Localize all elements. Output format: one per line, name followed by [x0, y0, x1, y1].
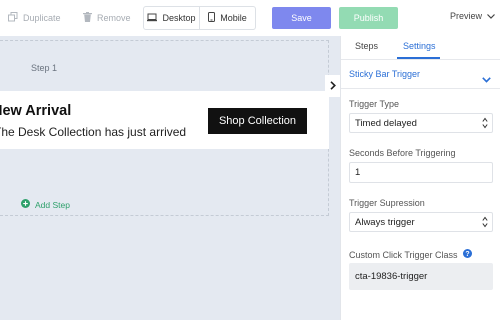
mobile-icon: [208, 12, 220, 24]
suppression-value: Always trigger: [355, 216, 415, 228]
click-class-input[interactable]: cta-19836-trigger: [349, 263, 493, 290]
step-label: Step 1: [31, 63, 58, 73]
preview-button[interactable]: Preview: [450, 11, 495, 21]
duplicate-icon: [8, 12, 23, 24]
save-button[interactable]: Save: [272, 7, 331, 29]
suppression-select[interactable]: Always trigger: [349, 212, 493, 232]
desktop-label: Desktop: [162, 13, 196, 23]
help-icon[interactable]: ?: [458, 249, 472, 260]
trigger-type-select[interactable]: Timed delayed: [349, 113, 493, 133]
desktop-icon: [147, 13, 162, 24]
add-step-button[interactable]: Add Step: [21, 199, 70, 210]
top-toolbar: Duplicate Remove Desktop Mobile Save Pub…: [0, 0, 500, 36]
mobile-label: Mobile: [220, 13, 247, 23]
section-title: Sticky Bar Trigger: [349, 69, 421, 79]
remove-button[interactable]: Remove: [83, 9, 131, 27]
chevron-down-icon: [482, 70, 491, 88]
collapse-panel-button[interactable]: [325, 75, 340, 97]
click-class-label: Custom Click Trigger Class ?: [349, 249, 472, 260]
duplicate-label: Duplicate: [23, 13, 61, 23]
tab-settings[interactable]: Settings: [403, 41, 436, 51]
step-container[interactable]: Step 1 New Arrival The Desk Collection h…: [0, 40, 329, 216]
desktop-button[interactable]: Desktop: [144, 7, 199, 29]
remove-label: Remove: [97, 13, 131, 23]
trash-icon: [83, 12, 97, 24]
preview-label: Preview: [450, 11, 483, 21]
plus-circle-icon: [21, 199, 35, 210]
editor-canvas: Step 1 New Arrival The Desk Collection h…: [0, 36, 340, 320]
panel-tabs: Steps Settings: [341, 36, 500, 60]
seconds-value: 1: [355, 167, 361, 178]
seconds-input[interactable]: 1: [349, 162, 493, 183]
click-class-value: cta-19836-trigger: [355, 271, 428, 282]
device-toggle: Desktop Mobile: [143, 6, 256, 30]
click-class-label-text: Custom Click Trigger Class: [349, 249, 458, 260]
sticky-bar-preview[interactable]: New Arrival The Desk Collection has just…: [0, 91, 329, 149]
active-tab-indicator: [397, 57, 440, 59]
select-arrows-icon: [482, 216, 488, 231]
tab-steps[interactable]: Steps: [355, 41, 378, 51]
publish-button[interactable]: Publish: [339, 7, 398, 29]
sticky-bar-subtitle[interactable]: The Desk Collection has just arrived: [0, 125, 186, 139]
duplicate-button[interactable]: Duplicate: [8, 9, 61, 27]
trigger-type-label: Trigger Type: [349, 99, 400, 109]
sticky-bar-trigger-section[interactable]: Sticky Bar Trigger: [341, 60, 500, 89]
shop-collection-button[interactable]: Shop Collection: [208, 108, 307, 134]
trigger-type-value: Timed delayed: [355, 117, 417, 129]
seconds-label: Seconds Before Triggering: [349, 148, 456, 158]
add-step-label: Add Step: [35, 199, 70, 210]
chevron-down-icon: [482, 11, 495, 21]
svg-text:?: ?: [465, 251, 469, 258]
sticky-bar-title[interactable]: New Arrival: [0, 103, 71, 119]
suppression-label: Trigger Supression: [349, 198, 425, 208]
mobile-button[interactable]: Mobile: [199, 7, 255, 29]
select-arrows-icon: [482, 117, 488, 132]
chevron-right-icon: [329, 77, 336, 95]
settings-panel: Steps Settings Sticky Bar Trigger Trigge…: [340, 36, 500, 320]
